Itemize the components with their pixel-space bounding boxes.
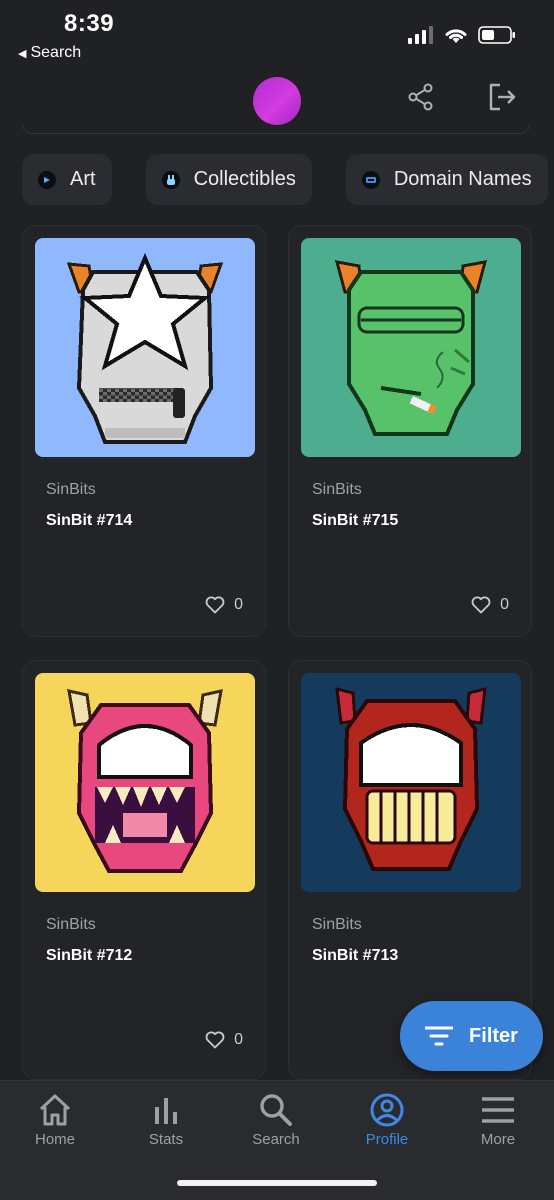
tab-label: Stats xyxy=(148,1131,184,1148)
signal-icon xyxy=(408,26,433,44)
chip-label: Art xyxy=(70,168,96,190)
battery-icon xyxy=(478,26,515,44)
chip-label: Domain Names xyxy=(393,168,532,190)
collection-name[interactable]: SinBits xyxy=(312,916,362,934)
collection-name[interactable]: SinBits xyxy=(46,916,96,934)
search-box-edge xyxy=(22,124,530,134)
collectibles-icon xyxy=(161,170,180,189)
heart-icon xyxy=(205,1031,225,1049)
back-arrow-icon: ◀ xyxy=(18,47,27,60)
nft-name[interactable]: SinBit #714 xyxy=(46,512,132,530)
status-bar: 8:39 ◀ Search xyxy=(0,0,554,70)
home-icon xyxy=(39,1094,71,1126)
back-label: Search xyxy=(30,44,82,61)
heart-icon xyxy=(471,596,491,614)
tab-label: Profile xyxy=(365,1131,409,1148)
chip-label: Collectibles xyxy=(193,168,296,190)
filter-button[interactable]: Filter xyxy=(400,1001,543,1071)
tab-more[interactable]: More xyxy=(443,1093,553,1148)
filter-label: Filter xyxy=(469,1024,518,1047)
like-count: 0 xyxy=(234,1031,243,1048)
like-button[interactable]: 0 xyxy=(471,596,509,614)
nft-card[interactable]: SinBits SinBit #712 0 xyxy=(22,660,266,1080)
wifi-icon xyxy=(445,29,467,43)
search-icon xyxy=(260,1094,292,1126)
collection-name[interactable]: SinBits xyxy=(46,481,96,499)
tab-home[interactable]: Home xyxy=(0,1093,110,1148)
home-indicator xyxy=(177,1180,377,1186)
stats-icon xyxy=(155,1098,177,1124)
tab-search[interactable]: Search xyxy=(221,1093,331,1148)
like-count: 0 xyxy=(234,596,243,613)
domain-names-icon xyxy=(361,170,380,189)
share-button[interactable] xyxy=(406,82,436,112)
heart-icon xyxy=(205,596,225,614)
like-count: 0 xyxy=(500,596,509,613)
profile-header xyxy=(0,70,554,128)
nft-image xyxy=(301,238,521,457)
share-icon xyxy=(408,83,433,111)
nft-image xyxy=(35,673,255,892)
avatar[interactable] xyxy=(253,77,301,125)
like-button[interactable]: 0 xyxy=(205,1031,243,1049)
logout-icon xyxy=(489,83,516,111)
art-icon xyxy=(38,170,56,189)
tab-profile[interactable]: Profile xyxy=(332,1093,442,1148)
status-icons xyxy=(408,26,516,44)
tab-stats[interactable]: Stats xyxy=(111,1093,221,1148)
profile-icon xyxy=(370,1093,404,1127)
clock: 8:39 xyxy=(64,10,115,37)
filter-icon xyxy=(425,1026,454,1046)
tab-label: Search xyxy=(252,1131,300,1148)
logout-button[interactable] xyxy=(487,82,517,112)
collection-name[interactable]: SinBits xyxy=(312,481,362,499)
back-to-search[interactable]: ◀ Search xyxy=(18,44,81,62)
menu-icon xyxy=(482,1097,514,1123)
nft-card[interactable]: SinBits SinBit #715 0 xyxy=(288,225,532,637)
nft-image xyxy=(35,238,255,457)
nft-image xyxy=(301,673,521,892)
category-chips: Art Collectibles Domain Names xyxy=(22,154,548,205)
like-button[interactable]: 0 xyxy=(205,596,243,614)
chip-art[interactable]: Art xyxy=(22,154,112,205)
nft-name[interactable]: SinBit #712 xyxy=(46,947,132,965)
tab-label: Home xyxy=(34,1131,75,1148)
chip-collectibles[interactable]: Collectibles xyxy=(145,154,312,205)
nft-card[interactable]: SinBits SinBit #714 0 xyxy=(22,225,266,637)
nft-name[interactable]: SinBit #715 xyxy=(312,512,398,530)
nft-name[interactable]: SinBit #713 xyxy=(312,947,398,965)
chip-domain-names[interactable]: Domain Names xyxy=(345,154,548,205)
tab-label: More xyxy=(480,1131,516,1148)
